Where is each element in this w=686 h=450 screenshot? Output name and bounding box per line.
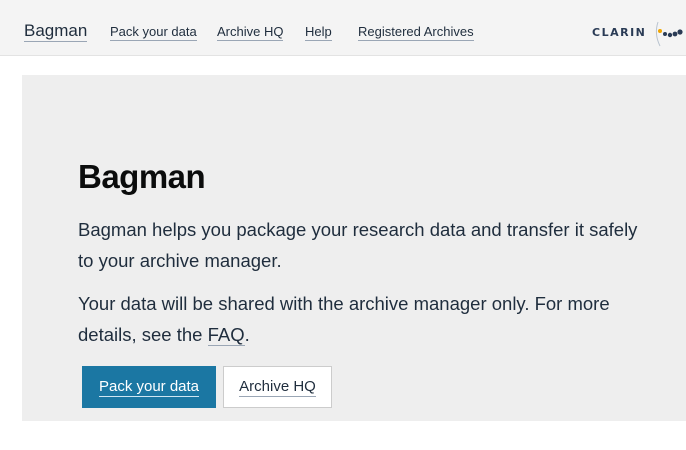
hero-panel: Bagman Bagman helps you package your res… <box>22 75 686 421</box>
pack-your-data-label: Pack your data <box>98 377 200 397</box>
nav-registered-archives[interactable]: Registered Archives <box>358 24 474 41</box>
archive-hq-button[interactable]: Archive HQ <box>223 366 332 408</box>
page-title: Bagman <box>78 158 206 195</box>
faq-link[interactable]: FAQ <box>207 324 245 346</box>
clarin-logo-text: CLARIN <box>592 26 647 39</box>
pack-your-data-button[interactable]: Pack your data <box>82 366 216 408</box>
privacy-paragraph: Your data will be shared with the archiv… <box>78 288 648 350</box>
top-navigation-bar: Bagman Pack your data Archive HQ Help Re… <box>0 0 686 56</box>
privacy-text-end: . <box>244 324 250 345</box>
privacy-text: Your data will be shared with the archiv… <box>78 293 610 345</box>
nav-archive-hq[interactable]: Archive HQ <box>217 24 284 41</box>
clarin-logo: CLARIN <box>592 18 686 50</box>
clarin-dots-icon <box>655 21 683 47</box>
intro-paragraph: Bagman helps you package your research d… <box>78 219 638 271</box>
nav-pack-your-data[interactable]: Pack your data <box>110 24 197 41</box>
nav-help[interactable]: Help <box>305 24 332 41</box>
brand-link[interactable]: Bagman <box>24 21 88 42</box>
archive-hq-label: Archive HQ <box>239 377 316 397</box>
